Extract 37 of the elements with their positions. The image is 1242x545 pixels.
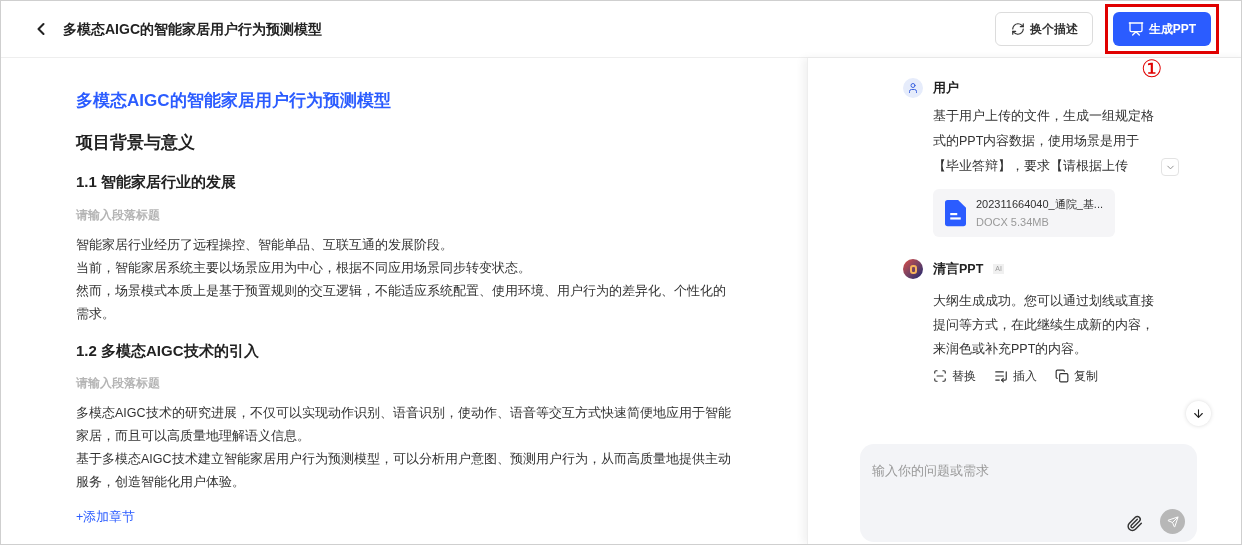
send-icon: [1166, 515, 1179, 528]
presentation-icon: [1127, 21, 1144, 37]
page-title: 多模态AIGC的智能家居用户行为预测模型: [63, 19, 322, 39]
scroll-down-button[interactable]: [1186, 401, 1211, 426]
replace-icon: [933, 369, 947, 383]
paragraph-line: 然而，场景模式本质上是基于预置规则的交互逻辑，不能适应系统配置、使用环境、用户行为的差异化、个性化的需求。: [76, 282, 727, 323]
chat-input[interactable]: 输入你的问题或需求: [872, 462, 1185, 481]
sender-name: 用户: [933, 79, 959, 97]
document-title: 多模态AIGC的智能家居用户行为预测模型: [76, 90, 392, 112]
paragraph-line: 当前，智能家居系统主要以场景应用为中心，根据不同应用场景同步转变状态。: [76, 259, 532, 277]
insert-action[interactable]: 插入: [994, 367, 1037, 385]
copy-icon: [1055, 369, 1069, 383]
chapter-heading: 1.1 智能家居行业的发展: [76, 172, 238, 192]
bot-avatar: [903, 259, 923, 279]
file-name: 202311664040_通院_基...: [976, 196, 1103, 212]
sender-name: 清言PPT: [933, 260, 984, 278]
refresh-icon: [1010, 22, 1025, 36]
chapter-heading: 1.2 多模态AIGC技术的引入: [76, 340, 260, 361]
paragraph-line: 基于多模态AIGC技术建立智能家居用户行为预测模型，可以分析用户意图、预测用户行为，从而高质量地提供主动服务，创造智能化用户体验。: [76, 451, 732, 491]
document-icon: [945, 198, 966, 228]
add-chapter-link[interactable]: +添加章节: [76, 508, 737, 527]
attachment-icon[interactable]: [1126, 515, 1143, 532]
paragraph-line: 智能家居行业经历了远程操控、智能单品、互联互通的发展阶段。: [76, 236, 454, 254]
user-avatar: [903, 78, 923, 98]
generate-ppt-button[interactable]: 生成PPT: [1113, 12, 1211, 46]
replace-action[interactable]: 替换: [933, 367, 976, 385]
section-heading: 项目背景与意义: [76, 131, 196, 154]
change-description-button[interactable]: 换个描述: [995, 12, 1093, 46]
message-text: 基于用户上传的文件，生成一组规定格式的PPT内容数据，使用场景是用于【毕业答辩】，要求【请根据上传: [933, 108, 1155, 175]
arrow-down-icon: [1192, 407, 1205, 420]
file-meta: DOCX 5.34MB: [976, 215, 1050, 230]
paragraph-line: 多模态AIGC技术的研究进展，不仅可以实现动作识别、语音识别，使动作、语音等交互方式快速简便地应用于智能家居，而且可以高质量地理解语义信息。: [76, 405, 732, 445]
annotation-number: ①: [1141, 57, 1163, 81]
copy-action[interactable]: 复制: [1055, 367, 1098, 385]
insert-icon: [994, 369, 1008, 383]
file-card[interactable]: 202311664040_通院_基... DOCX 5.34MB: [933, 189, 1115, 237]
message-text: 大纲生成成功。您可以通过划线或直接提问等方式，在此继续生成新的内容，来润色或补充PPT的内容。: [933, 293, 1155, 358]
